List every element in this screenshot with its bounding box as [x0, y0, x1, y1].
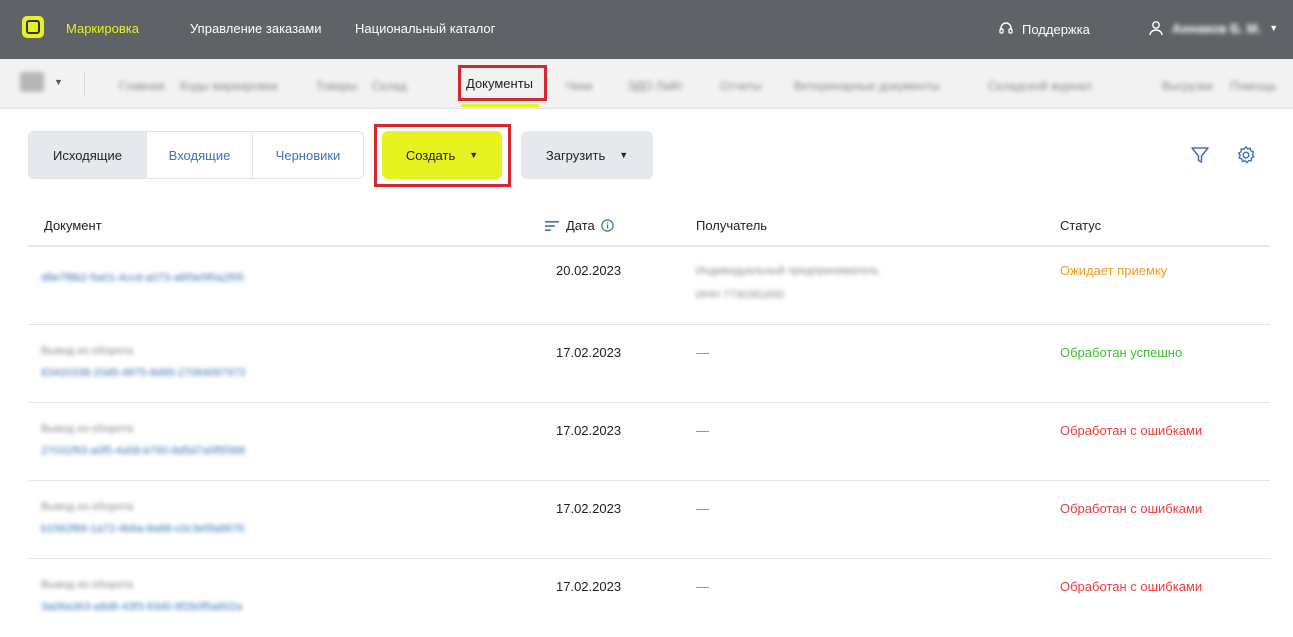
recipient-name: — [696, 501, 709, 516]
nav-national-catalog[interactable]: Национальный каталог [355, 21, 495, 36]
tab-main[interactable]: Главная [119, 79, 165, 93]
chevron-down-icon: ▼ [54, 77, 63, 87]
recipient-inn: ИНН 7730381650 [696, 289, 785, 301]
support-link[interactable]: Поддержка [998, 21, 1090, 37]
status-badge: Обработан с ошибками [1060, 501, 1203, 516]
document-date: 17.02.2023 [556, 423, 622, 438]
table-row[interactable]: Вывод из оборота 83420338-20d9-4875-8d99… [28, 325, 1270, 403]
user-icon [1149, 21, 1163, 36]
recipient-name: — [696, 579, 709, 594]
document-id-link[interactable]: 3a06a363-a8d8-43f3-93d0-8f2b0f5a802a [41, 601, 242, 613]
document-id-link[interactable]: 27031f93-a0f5-4a58-b760-8d5d7a5f5f368 [41, 445, 245, 457]
tab-products[interactable]: Товары [316, 79, 357, 93]
segment-incoming[interactable]: Входящие [147, 132, 253, 178]
organization-selector[interactable]: ▼ [20, 72, 63, 92]
upload-button[interactable]: Загрузить ▼ [521, 131, 653, 179]
document-id-link[interactable]: 83420338-20d9-4875-8d99-27064097973 [41, 367, 245, 379]
section-tabs: ▼ Главная Коды маркировки Товары Склад Д… [0, 59, 1293, 109]
user-name: Аннаков Б. М. [1172, 20, 1262, 36]
status-badge: Обработан с ошибками [1060, 423, 1203, 438]
tab-exports[interactable]: Выгрузки [1162, 79, 1213, 93]
document-date: 20.02.2023 [556, 263, 622, 278]
filter-icon[interactable] [1190, 145, 1210, 165]
document-date: 17.02.2023 [556, 345, 622, 360]
segment-outgoing[interactable]: Исходящие [29, 132, 147, 178]
table-row[interactable]: Вывод из оборота 27031f93-a0f5-4a58-b760… [28, 403, 1270, 481]
date-header-label: Дата [566, 218, 595, 233]
recipient-name: — [696, 345, 709, 360]
headset-icon [999, 22, 1013, 34]
document-direction-switcher: Исходящие Входящие Черновики [28, 131, 364, 179]
status-badge: Ожидает приемку [1060, 263, 1168, 278]
document-type: Вывод из оборота [41, 423, 134, 435]
recipient-name: Индивидуальный предприниматель [696, 265, 879, 277]
document-id-link[interactable]: b1562f89-1a72-4b6a-8a88-c0c3e5fa8678 [41, 523, 244, 535]
info-icon[interactable] [601, 219, 614, 232]
sort-icon[interactable] [544, 220, 560, 232]
top-navigation-bar: Маркировка Управление заказами Националь… [0, 0, 1293, 59]
nav-markirovka[interactable]: Маркировка [66, 21, 139, 36]
active-tab-indicator [461, 104, 539, 107]
settings-gear-icon[interactable] [1236, 145, 1256, 165]
column-header-document[interactable]: Документ [44, 218, 102, 233]
app-logo-icon[interactable] [22, 16, 44, 38]
column-header-recipient[interactable]: Получатель [696, 218, 767, 233]
tab-help[interactable]: Помощь [1230, 79, 1276, 93]
column-header-status[interactable]: Статус [1060, 218, 1101, 233]
recipient-name: — [696, 423, 709, 438]
tab-marking-codes[interactable]: Коды маркировки [180, 79, 278, 93]
document-type: Вывод из оборота [41, 579, 134, 591]
tab-warehouse[interactable]: Склад [372, 79, 407, 93]
segment-drafts[interactable]: Черновики [253, 132, 363, 178]
highlight-box-documents-tab [458, 65, 547, 101]
status-badge: Обработан с ошибками [1060, 579, 1203, 594]
tab-receipts[interactable]: Чеки [566, 79, 593, 93]
organization-avatar [20, 72, 44, 92]
nav-order-management[interactable]: Управление заказами [190, 21, 322, 36]
highlight-box-create-button [374, 124, 511, 187]
tab-edo-lite[interactable]: ЭДО Лайт [627, 79, 683, 93]
upload-button-label: Загрузить [545, 147, 606, 163]
user-menu[interactable]: Аннаков Б. М. ▼ [1148, 20, 1278, 36]
column-header-date[interactable]: Дата [544, 218, 614, 233]
tab-reports[interactable]: Отчеты [720, 79, 761, 93]
chevron-down-icon: ▼ [619, 150, 629, 160]
chevron-down-icon: ▼ [1269, 23, 1279, 33]
table-row[interactable]: Вывод из оборота 3a06a363-a8d8-43f3-93d0… [28, 559, 1270, 637]
document-date: 17.02.2023 [556, 501, 622, 516]
document-id-link[interactable]: d8e7f8b2-5a01-4ccd-a073-a6f3e5f0a2f05 [41, 272, 244, 284]
table-row[interactable]: d8e7f8b2-5a01-4ccd-a073-a6f3e5f0a2f05 20… [28, 247, 1270, 325]
document-type: Вывод из оборота [41, 345, 134, 357]
status-badge: Обработан успешно [1060, 345, 1183, 360]
support-label: Поддержка [1022, 21, 1090, 37]
tab-warehouse-journal[interactable]: Складской журнал [988, 79, 1092, 93]
tab-vet-documents[interactable]: Ветеринарные документы [794, 79, 940, 93]
document-date: 17.02.2023 [556, 579, 622, 594]
document-type: Вывод из оборота [41, 501, 134, 513]
table-row[interactable]: Вывод из оборота b1562f89-1a72-4b6a-8a88… [28, 481, 1270, 559]
